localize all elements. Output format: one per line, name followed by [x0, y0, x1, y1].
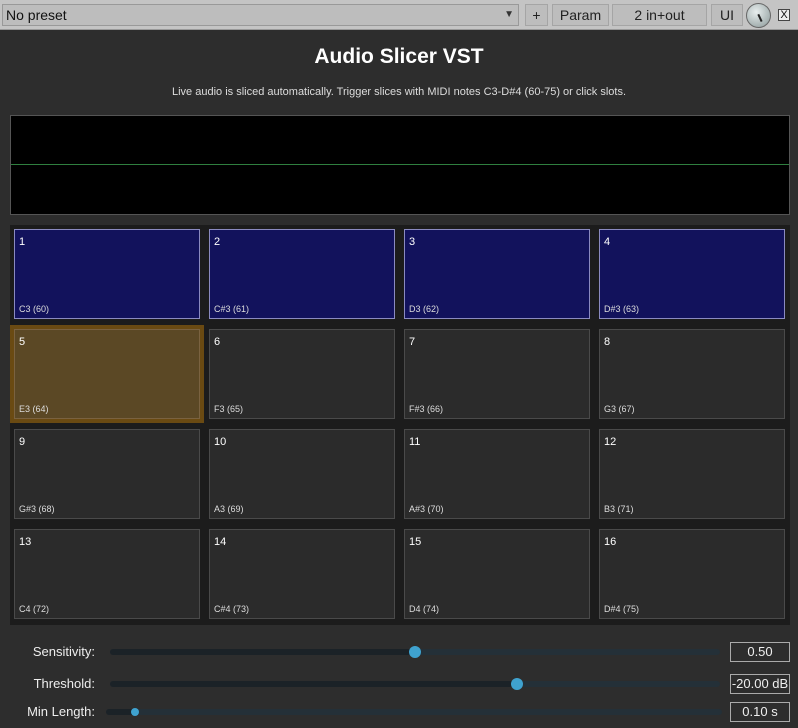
slice-slot[interactable]: 4 D#3 (63) — [599, 229, 785, 319]
slider-thumb[interactable] — [130, 708, 139, 716]
slot-note: C#3 (61) — [214, 304, 250, 314]
slot-note: F3 (65) — [214, 404, 244, 414]
slice-slot[interactable]: 11 A#3 (70) — [404, 429, 590, 519]
io-button[interactable]: 2 in+out — [612, 4, 707, 26]
slot-note: D#4 (75) — [604, 604, 640, 614]
slice-slot[interactable]: 14 C#4 (73) — [209, 529, 395, 619]
slot-number: 13 — [19, 536, 32, 548]
slot-note: C4 (72) — [19, 604, 50, 614]
slice-slot[interactable]: 12 B3 (71) — [599, 429, 785, 519]
slot-note: E3 (64) — [19, 404, 49, 414]
slot-number: 14 — [214, 536, 227, 548]
page-title: Audio Slicer VST — [314, 45, 484, 68]
slice-slot[interactable]: 9 G#3 (68) — [14, 429, 200, 519]
slot-grid: 1 C3 (60) 2 C#3 (61) 3 D3 (62) 4 D#3 (63) 5 E3 (6… — [10, 225, 790, 625]
slot-number: 9 — [19, 436, 26, 448]
slice-slot[interactable]: 15 D4 (74) — [404, 529, 590, 619]
slot-note: F#3 (66) — [409, 404, 444, 414]
slot-number: 2 — [214, 236, 221, 248]
slot-number: 6 — [214, 336, 221, 348]
ui-button[interactable]: UI — [711, 4, 743, 26]
slider-thumb[interactable] — [510, 678, 523, 690]
slice-slot[interactable]: 3 D3 (62) — [404, 229, 590, 319]
slider-track[interactable] — [106, 708, 722, 716]
slice-slot[interactable]: 7 F#3 (66) — [404, 329, 590, 419]
slice-slot[interactable]: 1 C3 (60) — [14, 229, 200, 319]
slot-note: A3 (69) — [214, 504, 244, 514]
slot-note: G3 (67) — [604, 404, 635, 414]
slot-number: 12 — [604, 436, 617, 448]
slot-number: 5 — [19, 336, 26, 348]
slot-note: A#3 (70) — [409, 504, 444, 514]
slot-number: 8 — [604, 336, 611, 348]
slot-number: 4 — [604, 236, 611, 248]
slice-slot[interactable]: 10 A3 (69) — [209, 429, 395, 519]
slider-track[interactable] — [110, 646, 720, 658]
waveform-line — [11, 164, 789, 165]
slider-value-box[interactable]: -20.00 dB — [730, 674, 790, 694]
bypass-checkbox[interactable]: X — [778, 9, 790, 21]
slot-note: C3 (60) — [19, 304, 50, 314]
slider-fill — [110, 649, 415, 655]
slot-number: 3 — [409, 236, 416, 248]
slider-thumb[interactable] — [409, 646, 421, 658]
slot-note: D#3 (63) — [604, 304, 640, 314]
slice-slot[interactable]: 8 G3 (67) — [599, 329, 785, 419]
slice-slot[interactable]: 2 C#3 (61) — [209, 229, 395, 319]
slot-number: 1 — [19, 236, 26, 248]
slice-slot[interactable]: 6 F3 (65) — [209, 329, 395, 419]
subtitle: Live audio is sliced automatically. Trig… — [171, 86, 627, 98]
slider-fill — [110, 681, 517, 687]
slider-value-box[interactable]: 0.10 s — [730, 702, 790, 722]
slot-number: 15 — [409, 536, 422, 548]
preset-value: No preset — [6, 7, 67, 23]
slot-note: G#3 (68) — [19, 504, 55, 514]
slice-slot[interactable]: 13 C4 (72) — [14, 529, 200, 619]
add-preset-button[interactable]: + — [525, 4, 548, 26]
host-toolbar: No preset ▼ + Param 2 in+out UI X — [0, 0, 798, 30]
slice-slot[interactable]: 16 D#4 (75) — [599, 529, 785, 619]
slot-number: 11 — [409, 436, 421, 448]
wet-knob[interactable] — [746, 3, 771, 28]
preset-dropdown[interactable]: No preset ▼ — [2, 4, 519, 26]
param-button[interactable]: Param — [552, 4, 609, 26]
slot-number: 16 — [604, 536, 617, 548]
slice-slot[interactable]: 5 E3 (64) — [14, 329, 200, 419]
slot-note: B3 (71) — [604, 504, 634, 514]
slider-label: Min Length: — [27, 704, 95, 719]
slider-value-box[interactable]: 0.50 — [730, 642, 790, 662]
chevron-down-icon: ▼ — [504, 9, 514, 20]
waveform-display — [10, 115, 790, 215]
slot-note: D3 (62) — [409, 304, 440, 314]
slot-number: 7 — [409, 336, 416, 348]
slider-label: Threshold: — [33, 676, 95, 691]
slot-note: C#4 (73) — [214, 604, 250, 614]
slot-number: 10 — [214, 436, 227, 448]
slider-label: Sensitivity: — [32, 644, 95, 659]
slot-note: D4 (74) — [409, 604, 440, 614]
slider-track[interactable] — [110, 678, 720, 690]
